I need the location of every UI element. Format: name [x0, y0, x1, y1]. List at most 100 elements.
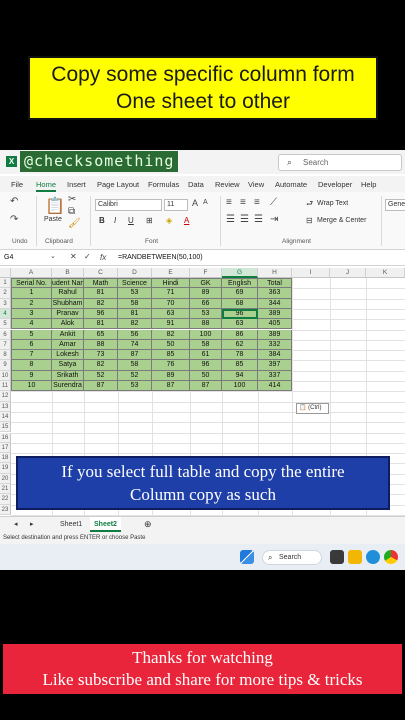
table-cell[interactable]: Amar	[52, 339, 84, 351]
grow-font-icon[interactable]: A	[192, 198, 198, 208]
table-cell[interactable]: 88	[84, 339, 118, 351]
table-cell[interactable]: 332	[258, 339, 292, 351]
tab-home[interactable]: Home	[36, 180, 57, 192]
table-cell[interactable]: 66	[190, 298, 222, 309]
column-header-e[interactable]: E	[152, 268, 190, 278]
table-cell[interactable]: 384	[258, 350, 292, 361]
table-header-cell[interactable]: Science	[118, 278, 152, 289]
table-cell[interactable]: 73	[84, 350, 118, 361]
table-cell[interactable]: 82	[84, 360, 118, 371]
column-header-i[interactable]: I	[292, 268, 330, 278]
formula-input[interactable]: =RANDBETWEEN(50,100)	[118, 254, 203, 261]
table-cell[interactable]: 94	[222, 370, 258, 381]
row-header-3[interactable]: 3	[0, 298, 11, 309]
tab-developer[interactable]: Developer	[318, 180, 352, 189]
table-cell[interactable]: 3	[11, 308, 52, 320]
row-header-12[interactable]: 12	[0, 391, 11, 402]
table-cell[interactable]: 9	[11, 370, 52, 381]
row-header-13[interactable]: 13	[0, 401, 11, 412]
table-cell[interactable]: 100	[222, 381, 258, 392]
table-cell[interactable]: 7	[11, 350, 52, 361]
table-cell[interactable]: 58	[118, 360, 152, 371]
align-right-icon[interactable]: ☰	[254, 214, 263, 225]
table-cell[interactable]: 50	[190, 370, 222, 381]
table-cell[interactable]: 78	[222, 350, 258, 361]
tab-automate[interactable]: Automate	[275, 180, 307, 189]
table-cell[interactable]: 96	[84, 308, 118, 320]
sheet-tab-sheet1[interactable]: Sheet1	[56, 517, 86, 532]
row-header-23[interactable]: 23	[0, 504, 11, 515]
borders-icon[interactable]: ⊞	[146, 216, 153, 225]
row-header-20[interactable]: 20	[0, 473, 11, 484]
edge-icon[interactable]	[366, 550, 380, 564]
table-cell[interactable]: 63	[222, 319, 258, 330]
table-cell[interactable]: 337	[258, 370, 292, 381]
table-cell[interactable]: 82	[152, 329, 190, 340]
table-cell[interactable]: 69	[222, 288, 258, 299]
row-header-9[interactable]: 9	[0, 360, 11, 371]
tab-help[interactable]: Help	[361, 180, 376, 189]
orientation-icon[interactable]: ⟋	[270, 197, 277, 208]
paste-label[interactable]: Paste	[44, 216, 62, 223]
align-top-icon[interactable]: ≡	[226, 197, 232, 208]
row-header-2[interactable]: 2	[0, 288, 11, 299]
table-cell[interactable]: 89	[190, 288, 222, 299]
table-cell[interactable]: 71	[152, 288, 190, 299]
table-cell[interactable]: Lokesh	[52, 350, 84, 361]
fx-icon[interactable]: fx	[100, 253, 106, 262]
add-sheet-icon[interactable]: ⊕	[140, 517, 156, 532]
align-middle-icon[interactable]: ≡	[240, 197, 246, 208]
prev-sheet-icon[interactable]: ◂	[10, 517, 22, 532]
table-cell[interactable]: 56	[118, 329, 152, 340]
table-cell[interactable]: 344	[258, 298, 292, 309]
copy-icon[interactable]: ⧉	[68, 206, 75, 217]
tab-data[interactable]: Data	[188, 180, 204, 189]
undo-icon[interactable]: ↶	[10, 196, 18, 207]
table-cell[interactable]: 6	[11, 339, 52, 351]
table-cell[interactable]: 1	[11, 288, 52, 299]
format-painter-icon[interactable]: 🖌	[68, 218, 81, 229]
select-all-corner[interactable]	[0, 268, 11, 278]
column-header-f[interactable]: F	[190, 268, 222, 278]
row-header-16[interactable]: 16	[0, 432, 11, 443]
table-cell[interactable]: 85	[152, 350, 190, 361]
table-cell[interactable]: 62	[222, 339, 258, 351]
align-center-icon[interactable]: ☰	[240, 214, 249, 225]
number-format-select[interactable]: Gene	[385, 199, 405, 211]
table-cell[interactable]: 88	[190, 319, 222, 330]
namebox-dropdown-icon[interactable]: ⌄	[50, 252, 56, 260]
table-cell[interactable]: 52	[84, 370, 118, 381]
row-header-14[interactable]: 14	[0, 411, 11, 423]
table-cell[interactable]: 81	[84, 288, 118, 299]
table-cell[interactable]: 63	[152, 308, 190, 320]
row-header-21[interactable]: 21	[0, 484, 11, 495]
align-bottom-icon[interactable]: ≡	[254, 197, 260, 208]
tab-view[interactable]: View	[248, 180, 264, 189]
bold-icon[interactable]: B	[99, 216, 105, 225]
table-cell[interactable]: 58	[118, 298, 152, 309]
table-header-cell[interactable]: GK	[190, 278, 222, 289]
table-cell[interactable]: 4	[11, 319, 52, 330]
table-cell[interactable]: 61	[190, 350, 222, 361]
table-cell[interactable]: Surendra	[52, 381, 84, 392]
tab-review[interactable]: Review	[215, 180, 240, 189]
column-header-a[interactable]: A	[11, 268, 52, 278]
align-left-icon[interactable]: ☰	[226, 214, 235, 225]
shrink-font-icon[interactable]: A	[203, 199, 208, 206]
table-cell[interactable]: Srikath	[52, 370, 84, 381]
row-header-15[interactable]: 15	[0, 422, 11, 433]
windows-start-icon[interactable]	[240, 550, 254, 564]
indent-icon[interactable]: ⇥	[270, 214, 278, 225]
paste-options-button[interactable]: 📋 (Ctrl)	[296, 403, 329, 414]
table-cell[interactable]: 389	[258, 329, 292, 340]
table-cell[interactable]: 87	[84, 381, 118, 392]
table-cell[interactable]: Shubham	[52, 298, 84, 309]
sheet-tab-sheet2[interactable]: Sheet2	[90, 517, 121, 532]
table-cell[interactable]: 82	[118, 319, 152, 330]
column-header-j[interactable]: J	[330, 268, 366, 278]
table-cell[interactable]: 74	[118, 339, 152, 351]
column-header-k[interactable]: K	[366, 268, 405, 278]
table-cell[interactable]: 96	[190, 360, 222, 371]
table-cell[interactable]: 100	[190, 329, 222, 340]
file-explorer-icon[interactable]	[348, 550, 362, 564]
